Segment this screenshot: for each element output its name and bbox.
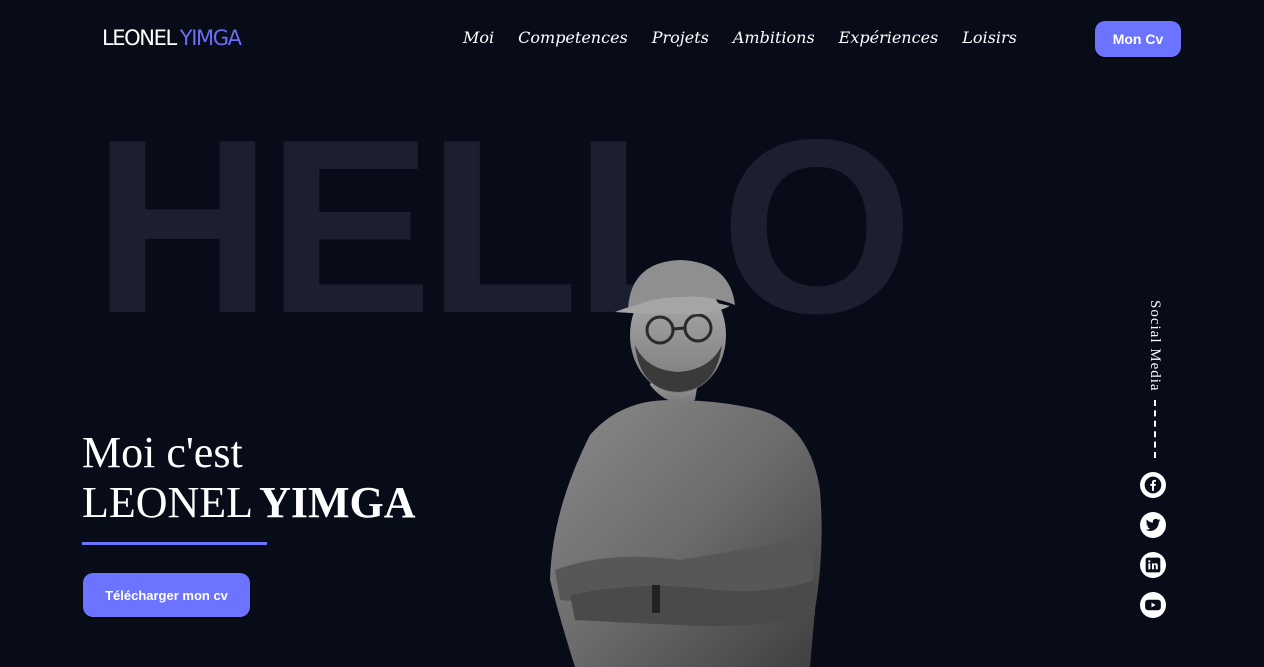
navbar: LEONEL YIMGA Moi Competences Projets Ambi… (0, 0, 1264, 78)
intro-name: LEONEL YIMGA (82, 478, 416, 528)
nav-link-loisirs[interactable]: Loisirs (962, 28, 1017, 48)
facebook-icon[interactable] (1140, 472, 1166, 498)
nav-link-projets[interactable]: Projets (652, 28, 709, 48)
portrait-photo (550, 260, 822, 667)
mon-cv-button[interactable]: Mon Cv (1095, 21, 1181, 57)
intro-heading: Moi c'est LEONEL YIMGA (82, 428, 416, 528)
twitter-icon[interactable] (1140, 512, 1166, 538)
nav-link-ambitions[interactable]: Ambitions (733, 28, 815, 48)
youtube-icon[interactable] (1140, 592, 1166, 618)
accent-underline (82, 542, 267, 545)
nav-links: Moi Competences Projets Ambitions Expéri… (463, 28, 1017, 48)
intro-line: Moi c'est (82, 428, 243, 477)
social-divider (1154, 400, 1156, 458)
intro-first-name: LEONEL (82, 478, 254, 527)
site-logo[interactable]: LEONEL YIMGA (102, 25, 242, 51)
logo-first-name: LEONEL (102, 26, 177, 50)
nav-link-competences[interactable]: Competences (518, 28, 628, 48)
logo-last-name: YIMGA (179, 26, 242, 50)
social-media-label: Social Media (1147, 300, 1163, 392)
nav-link-moi[interactable]: Moi (463, 28, 494, 48)
linkedin-icon[interactable] (1140, 552, 1166, 578)
intro-last-name: YIMGA (259, 478, 416, 527)
download-cv-button[interactable]: Télécharger mon cv (83, 573, 250, 617)
nav-link-experiences[interactable]: Expériences (839, 28, 939, 48)
